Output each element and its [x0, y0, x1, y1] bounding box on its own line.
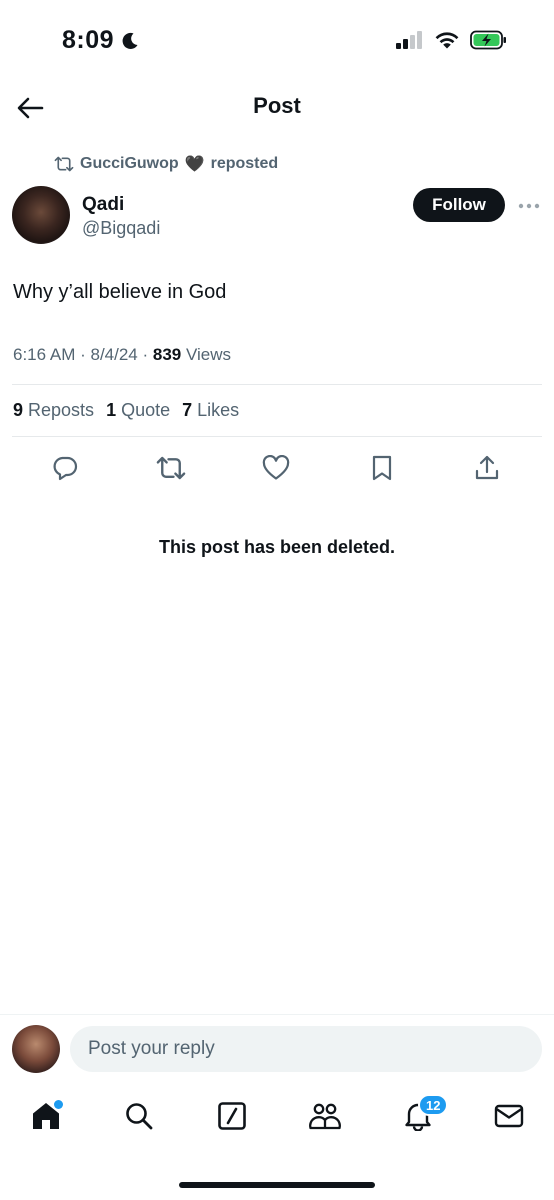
- repost-icon: [54, 156, 74, 172]
- repost-button[interactable]: [153, 450, 189, 486]
- likes-stat[interactable]: 7 Likes: [182, 400, 239, 421]
- likes-label: Likes: [192, 400, 240, 420]
- meta-separator: ·: [137, 345, 153, 364]
- reply-input[interactable]: [70, 1026, 542, 1072]
- current-user-avatar[interactable]: [12, 1025, 60, 1073]
- status-bar: 8:09: [0, 0, 554, 80]
- views-count: 839: [152, 345, 182, 364]
- share-icon: [475, 455, 499, 480]
- tab-grok[interactable]: [212, 1096, 252, 1136]
- divider: [12, 436, 542, 437]
- grok-icon: [218, 1102, 246, 1130]
- views-label: Views: [181, 345, 231, 364]
- status-icons: [396, 30, 508, 50]
- status-time-text: 8:09: [62, 26, 115, 54]
- tab-messages[interactable]: [489, 1096, 529, 1136]
- divider: [12, 384, 542, 385]
- tab-notifications[interactable]: 12: [398, 1094, 449, 1136]
- tab-home[interactable]: [26, 1096, 66, 1136]
- reposts-stat[interactable]: 9 Reposts: [13, 400, 94, 421]
- notifications-badge: 12: [418, 1094, 449, 1116]
- home-unread-dot: [54, 1100, 63, 1109]
- quotes-stat[interactable]: 1 Quote: [106, 400, 170, 421]
- page-title: Post: [253, 93, 301, 118]
- search-icon: [126, 1103, 153, 1130]
- post-meta: 6:16 AM · 8/4/24 · 839 Views: [13, 345, 231, 365]
- moon-icon: [122, 32, 138, 49]
- repost-emoji: 🖤: [184, 156, 205, 173]
- post-actions: [0, 450, 554, 486]
- more-horizontal-icon: [518, 203, 540, 209]
- post-date: 8/4/24: [90, 345, 138, 364]
- tab-communities[interactable]: [305, 1096, 345, 1136]
- more-options-button[interactable]: [515, 196, 543, 216]
- like-button[interactable]: [258, 450, 294, 486]
- post-text: Why y’all believe in God: [13, 281, 227, 303]
- repost-label: reposted: [210, 155, 279, 172]
- follow-button[interactable]: Follow: [413, 188, 505, 222]
- post-stats: 9 Reposts 1 Quote 7 Likes: [13, 400, 239, 421]
- share-button[interactable]: [469, 450, 505, 486]
- bottom-tab-bar: 12: [0, 1090, 554, 1146]
- status-time: 8:09: [62, 26, 140, 55]
- author-name[interactable]: Qadi: [82, 194, 124, 216]
- meta-separator: ·: [75, 345, 91, 364]
- likes-count: 7: [182, 400, 193, 420]
- battery-charging-icon: [470, 30, 506, 50]
- wifi-icon: [435, 31, 459, 48]
- reply-button[interactable]: [47, 450, 83, 486]
- reply-bar: [0, 1014, 554, 1084]
- post-time: 6:16 AM: [13, 345, 76, 364]
- post-author: Qadi @Bigqadi Follow: [12, 186, 542, 248]
- quotes-label: Quote: [116, 400, 171, 420]
- repost-icon: [156, 456, 186, 480]
- reposts-label: Reposts: [23, 400, 95, 420]
- communities-icon: [309, 1103, 341, 1130]
- author-avatar[interactable]: [12, 186, 70, 244]
- tab-search[interactable]: [119, 1096, 159, 1136]
- cellular-signal-icon: [396, 31, 422, 49]
- bookmark-button[interactable]: [364, 450, 400, 486]
- deleted-notice: This post has been deleted.: [158, 537, 396, 557]
- bookmark-icon: [372, 455, 392, 481]
- header: Post: [0, 80, 554, 136]
- quotes-count: 1: [106, 400, 117, 420]
- home-indicator[interactable]: [179, 1182, 375, 1188]
- repost-user-link[interactable]: GucciGuwop: [80, 155, 179, 173]
- messages-icon: [494, 1104, 524, 1128]
- repost-context: GucciGuwop 🖤 reposted: [54, 154, 278, 174]
- author-handle: @Bigqadi: [82, 218, 161, 238]
- reply-icon: [53, 456, 78, 481]
- like-icon: [262, 455, 290, 480]
- reposts-count: 9: [13, 400, 24, 420]
